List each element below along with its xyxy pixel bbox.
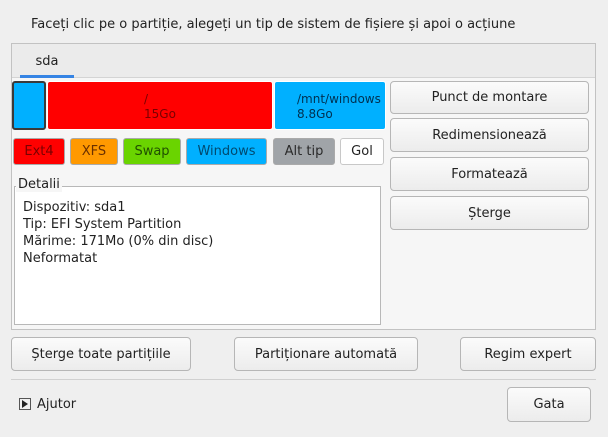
- delete-button[interactable]: Șterge: [390, 196, 589, 230]
- fs-type-xfs-label: XFS: [81, 144, 107, 159]
- format-label: Formatează: [451, 166, 528, 182]
- fs-type-empty[interactable]: Gol: [340, 138, 384, 165]
- details-line-size: Mărime: 171Mo (0% din disc): [23, 234, 214, 249]
- help-expander[interactable]: Ajutor: [19, 395, 76, 413]
- partition-sda1[interactable]: [12, 81, 46, 130]
- expert-mode-button[interactable]: Regim expert: [460, 337, 596, 371]
- delete-all-label: Șterge toate partițiile: [31, 346, 171, 362]
- format-button[interactable]: Formatează: [390, 157, 589, 191]
- fs-type-swap-label: Swap: [134, 144, 170, 159]
- done-button[interactable]: Gata: [507, 387, 591, 422]
- details-line-type: Tip: EFI System Partition: [23, 217, 182, 232]
- disk-tab-bar: [12, 44, 595, 78]
- fs-type-xfs[interactable]: XFS: [70, 138, 118, 165]
- mount-point-label: Punct de montare: [431, 90, 548, 105]
- fs-type-swap[interactable]: Swap: [123, 138, 181, 165]
- auto-partition-label: Partiționare automată: [254, 346, 398, 362]
- instruction-text: Faceți clic pe o partiție, alegeți un ti…: [31, 17, 516, 32]
- partition-root-mount: /: [144, 92, 149, 106]
- delete-all-button[interactable]: Șterge toate partițiile: [11, 337, 191, 371]
- done-label: Gata: [533, 397, 565, 412]
- resize-button[interactable]: Redimensionează: [390, 118, 589, 152]
- details-legend: Detalii: [16, 177, 62, 192]
- expert-mode-label: Regim expert: [484, 346, 572, 362]
- fs-type-other-label: Alt tip: [284, 144, 324, 159]
- help-label: Ajutor: [37, 396, 77, 412]
- partition-windows[interactable]: /mnt/windows 8.8Go: [274, 81, 386, 130]
- fs-type-ext4-label: Ext4: [24, 144, 54, 159]
- details-line-device: Dispozitiv: sda1: [23, 200, 126, 215]
- auto-partition-button[interactable]: Partiționare automată: [234, 337, 418, 371]
- mount-point-button[interactable]: Punct de montare: [390, 81, 589, 114]
- tab-sda-label: sda: [35, 54, 59, 69]
- fs-type-ext4[interactable]: Ext4: [13, 138, 65, 165]
- tab-sda[interactable]: sda: [20, 48, 74, 78]
- fs-type-windows[interactable]: Windows: [186, 138, 267, 165]
- partition-root-size: 15Go: [144, 107, 176, 121]
- resize-label: Redimensionează: [432, 127, 547, 143]
- partition-windows-mount: /mnt/windows: [297, 92, 381, 106]
- partition-root[interactable]: / 15Go: [47, 81, 273, 130]
- footer-divider: [11, 379, 596, 380]
- details-line-format: Neformatat: [23, 251, 98, 266]
- expand-arrow-icon: [19, 398, 31, 410]
- fs-type-empty-label: Gol: [351, 144, 373, 159]
- delete-label: Șterge: [468, 205, 511, 221]
- partition-windows-size: 8.8Go: [297, 107, 333, 121]
- fs-type-other[interactable]: Alt tip: [273, 138, 335, 165]
- fs-type-windows-label: Windows: [197, 144, 256, 159]
